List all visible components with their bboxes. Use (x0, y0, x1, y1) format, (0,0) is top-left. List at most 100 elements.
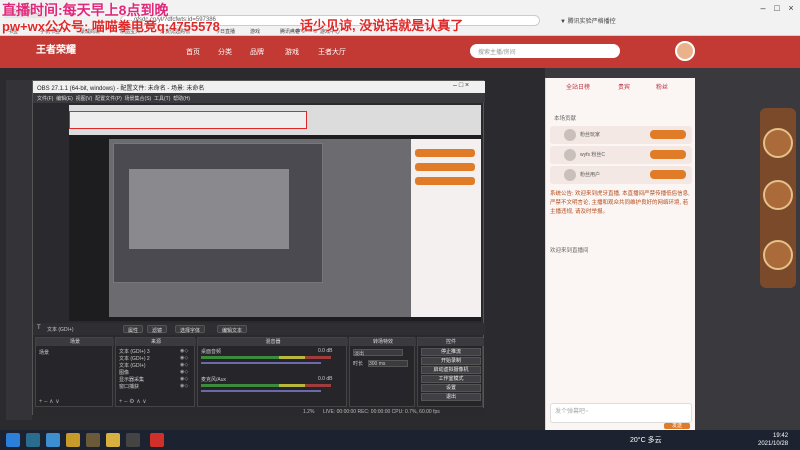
preview-nested-stream (109, 139, 411, 317)
rank-row[interactable]: wyfs 粉丝C (550, 146, 692, 164)
desktop-audio-slider[interactable] (201, 362, 321, 364)
scenes-header: 场景 (36, 338, 114, 346)
source-add-remove-icons[interactable]: + – ⚙ ∧ ∨ (119, 398, 147, 405)
settings-button[interactable]: 设置 (421, 384, 481, 392)
app-icon[interactable] (86, 433, 100, 447)
windows-start-icon[interactable] (6, 433, 20, 447)
mixer-panel: 混音器 桌面音频 0.0 dB 麦克风/Aux 0.0 dB (197, 337, 348, 407)
nav-brand[interactable]: 品牌 (250, 47, 264, 57)
rank-name: wyfs 粉丝C (580, 152, 606, 158)
overlay-note: 话少见谅, 没说话就是认真了 (300, 18, 464, 33)
start-recording-button[interactable]: 开始录制 (421, 357, 481, 365)
menu-view[interactable]: 视图(V) (76, 96, 93, 102)
chat-message: 欢迎来到直播间 (550, 248, 589, 254)
scenes-panel: 场景 场景 + – ∧ ∨ (35, 337, 114, 407)
source-item[interactable]: 窗口捕获 (119, 383, 179, 390)
nav-games[interactable]: 游戏 (285, 47, 299, 57)
source-item[interactable]: 图像 (119, 369, 179, 376)
avatar (564, 149, 576, 161)
preview-overlay-box (69, 111, 307, 129)
maximize-icon[interactable]: □ (770, 2, 784, 14)
tab-fans[interactable]: 粉丝 (656, 82, 668, 91)
address-right-label[interactable]: ▼ 腾讯实验严格播控 (560, 16, 616, 25)
folder-icon[interactable] (66, 433, 80, 447)
weather-text[interactable]: 20°C 多云 (630, 435, 662, 445)
rank-badge (650, 150, 686, 159)
preview-rank-badge (415, 149, 475, 157)
source-name: 文本 (GDI+) (47, 327, 74, 333)
controls-header: 控件 (418, 338, 484, 346)
avatar (564, 129, 576, 141)
menu-edit[interactable]: 编辑(E) (56, 96, 73, 102)
site-logo[interactable]: 王者荣耀 (36, 41, 96, 61)
rank-row[interactable]: 粉丝玩家 (550, 126, 692, 144)
bookmark-item[interactable]: 游戏 (250, 28, 260, 35)
menu-file[interactable]: 文件(F) (37, 96, 53, 102)
obs-status-bar: 1.2% LIVE: 00:00:00 REC: 00:00:00 CPU: 0… (33, 408, 485, 416)
sources-panel: 来源 文本 (GDI+) 3 文本 (GDI+) 2 文本 (GDI+) 图像 … (115, 337, 196, 407)
minimize-icon[interactable]: – (756, 2, 770, 14)
source-item[interactable]: 显示器采集 (119, 376, 179, 383)
promo-emblem (763, 180, 793, 210)
controls-panel: 控件 停止推流 开始录制 启动虚拟摄像机 工作室模式 设置 退出 (417, 337, 484, 407)
menu-scene-collection[interactable]: 场景集合(S) (125, 96, 152, 102)
tab-daily-rank[interactable]: 全站日榜 (566, 82, 590, 91)
rank-row[interactable]: 粉丝用户 (550, 166, 692, 184)
menu-tools[interactable]: 工具(T) (154, 96, 170, 102)
preview-rank-badge (415, 163, 475, 171)
preview-rank-badge (415, 177, 475, 185)
desktop-audio-meter (201, 356, 331, 359)
chat-input[interactable]: 发个弹幕吧~ (550, 403, 692, 423)
exit-button[interactable]: 退出 (421, 393, 481, 401)
status-text: LIVE: 00:00:00 REC: 00:00:00 CPU: 0.7%, … (323, 409, 440, 415)
filters-button[interactable]: 滤镜 (147, 325, 168, 334)
scene-item[interactable]: 场景 (39, 349, 49, 356)
obs-window: OBS 27.1.1 (64-bit, windows) - 配置文件: 未命名… (32, 80, 485, 416)
select-font-button[interactable]: 选择字体 (175, 325, 206, 334)
menu-help[interactable]: 帮助(H) (173, 96, 190, 102)
text-source-icon: T (37, 325, 41, 331)
browser-icon[interactable] (150, 433, 164, 447)
sources-header: 来源 (116, 338, 196, 346)
stop-streaming-button[interactable]: 停止推流 (421, 348, 481, 356)
nav-hall[interactable]: 王者大厅 (318, 47, 346, 57)
duration-input[interactable]: 300 ms (368, 360, 408, 367)
preview-chat-panel (411, 139, 481, 317)
studio-mode-button[interactable]: 工作室模式 (421, 375, 481, 383)
edit-text-button[interactable]: 编辑文本 (217, 325, 248, 334)
rank-badge (650, 130, 686, 139)
search-input[interactable]: 搜索主播/房间 (470, 44, 620, 58)
obs-icon[interactable] (126, 433, 140, 447)
obs-menu: 文件(F) 编辑(E) 视图(V) 配置文件(P) 场景集合(S) 工具(T) … (33, 93, 485, 103)
properties-button[interactable]: 属性 (123, 325, 144, 334)
send-button[interactable]: 发送 (664, 423, 690, 429)
app-icon[interactable] (106, 433, 120, 447)
avatar[interactable] (675, 41, 695, 61)
dropped-frames: 1.2% (303, 409, 315, 415)
menu-profile[interactable]: 配置文件(P) (95, 96, 122, 102)
tab-vip[interactable]: 贵宾 (618, 82, 630, 91)
virtual-camera-button[interactable]: 启动虚拟摄像机 (421, 366, 481, 374)
clock-time: 19:42 (773, 433, 789, 439)
transitions-panel: 转场特效 淡出 时长 300 ms (349, 337, 416, 407)
promo-emblem (763, 128, 793, 158)
eye-lock-icons[interactable]: ◉◇ ◉◇ ◉◇ ◉◇ ◉◇ ◉◇ (180, 348, 188, 390)
nav-home[interactable]: 首页 (186, 47, 200, 57)
scene-add-remove-icons[interactable]: + – ∧ ∨ (39, 398, 60, 405)
obs-window-controls[interactable]: – □ × (453, 82, 469, 89)
nav-category[interactable]: 分类 (218, 47, 232, 57)
mic-label: 麦克风/Aux (201, 377, 227, 383)
app-icon[interactable] (46, 433, 60, 447)
search-icon[interactable] (26, 433, 40, 447)
clock[interactable]: 19:42 2021/10/28 (758, 432, 788, 448)
source-item[interactable]: 文本 (GDI+) 2 (119, 355, 179, 362)
source-item[interactable]: 文本 (GDI+) (119, 362, 179, 369)
close-icon[interactable]: × (784, 2, 798, 14)
obs-source-toolbar: T 文本 (GDI+) 属性 滤镜 选择字体 编辑文本 (33, 323, 485, 335)
taskbar (0, 430, 800, 450)
obs-preview[interactable] (69, 105, 481, 321)
source-item[interactable]: 文本 (GDI+) 3 (119, 348, 179, 355)
stream-sidebar (6, 80, 32, 420)
transition-select[interactable]: 淡出 (353, 349, 403, 357)
mic-slider[interactable] (201, 390, 321, 392)
